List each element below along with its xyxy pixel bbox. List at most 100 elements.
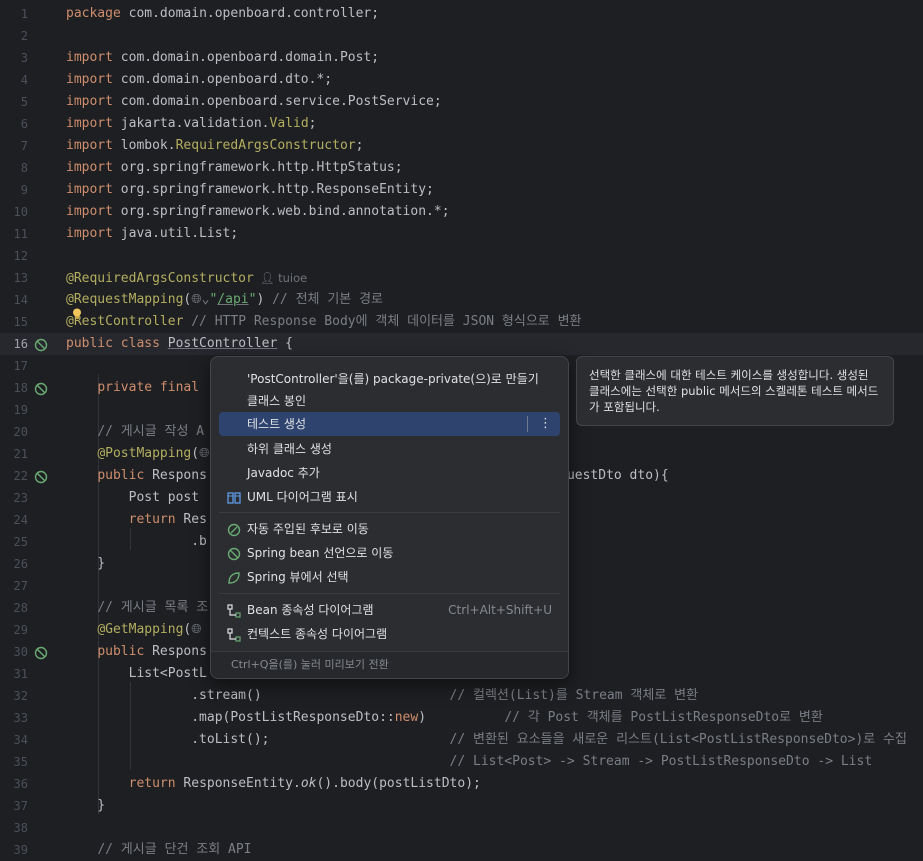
- menu-item-seal-class[interactable]: 클래스 봉인: [219, 389, 560, 413]
- line-number: 36: [13, 777, 28, 791]
- intention-description-tooltip: 선택한 클래스에 대한 테스트 케이스를 생성합니다. 생성된 클래스에는 선택…: [576, 356, 894, 426]
- menu-item-context-dependency-diagram[interactable]: 컨텍스트 종속성 다이어그램: [219, 622, 560, 646]
- code-text[interactable]: public class PostController {: [66, 333, 293, 355]
- code-text[interactable]: import com.domain.openboard.domain.Post;: [66, 47, 379, 69]
- code-line[interactable]: 7 import lombok.RequiredArgsConstructor;: [0, 135, 923, 157]
- autowired-icon: [227, 522, 241, 537]
- code-line[interactable]: 39 // 게시글 단건 조회 API: [0, 839, 923, 861]
- code-line[interactable]: 8 import org.springframework.http.HttpSta…: [0, 157, 923, 179]
- code-line[interactable]: 14 @RequestMapping(🌐︎⌄"/api") // 전체 기본 경로: [0, 289, 923, 311]
- code-text[interactable]: @RequestMapping(🌐︎⌄"/api") // 전체 기본 경로: [66, 289, 383, 311]
- lightbulb-icon[interactable]: [72, 305, 82, 319]
- line-number: 8: [20, 161, 28, 175]
- line-number: 5: [20, 95, 28, 109]
- code-text[interactable]: return ResponseEntity.ok().body(postList…: [66, 773, 481, 795]
- line-number: 26: [13, 557, 28, 571]
- code-text[interactable]: import org.springframework.http.Response…: [66, 179, 434, 201]
- menu-item-create-test[interactable]: 테스트 생성 ⋮: [219, 412, 560, 436]
- code-text[interactable]: import jakarta.validation.Valid;: [66, 113, 316, 135]
- code-text[interactable]: .stream() // 컬렉션(List)를 Stream 객체로 변환: [66, 685, 698, 707]
- code-line[interactable]: 2: [0, 25, 923, 47]
- menu-item-add-javadoc[interactable]: Javadoc 추가: [219, 461, 560, 485]
- line-number: 30: [13, 645, 28, 659]
- code-line[interactable]: 32 .stream() // 컬렉션(List)를 Stream 객체로 변환: [0, 685, 923, 707]
- code-text[interactable]: import java.util.List;: [66, 223, 238, 245]
- code-line[interactable]: 9 import org.springframework.http.Respons…: [0, 179, 923, 201]
- code-text[interactable]: package com.domain.openboard.controller;: [66, 3, 379, 25]
- code-line[interactable]: 37 }: [0, 795, 923, 817]
- more-options-icon[interactable]: ⋮: [539, 412, 552, 436]
- code-text[interactable]: import com.domain.openboard.dto.*;: [66, 69, 332, 91]
- menu-item-bean-dependency-diagram[interactable]: Bean 종속성 다이어그램 Ctrl+Alt+Shift+U: [219, 598, 560, 622]
- code-line[interactable]: 6 import jakarta.validation.Valid;: [0, 113, 923, 135]
- menu-item-go-to-autowired[interactable]: 자동 주입된 후보로 이동: [219, 517, 560, 541]
- code-text[interactable]: // 게시글 작성 A: [66, 421, 204, 443]
- code-line[interactable]: 10 import org.springframework.web.bind.an…: [0, 201, 923, 223]
- menu-item-select-in-spring-view[interactable]: Spring 뷰에서 선택: [219, 565, 560, 589]
- code-text[interactable]: // 게시글 목록 조: [66, 597, 208, 619]
- injection-icon[interactable]: [34, 381, 48, 396]
- diagram-icon: [227, 603, 241, 618]
- code-text[interactable]: return Res: [66, 509, 207, 531]
- line-number: 35: [13, 755, 28, 769]
- code-text[interactable]: // 게시글 단건 조회 API: [66, 839, 251, 861]
- line-number: 31: [13, 667, 28, 681]
- line-number: 4: [20, 73, 28, 87]
- code-text[interactable]: .map(PostListResponseDto::new) // 각 Post…: [66, 707, 823, 729]
- code-line[interactable]: 12: [0, 245, 923, 267]
- code-line[interactable]: 11 import java.util.List;: [0, 223, 923, 245]
- line-number: 32: [13, 689, 28, 703]
- code-text[interactable]: .toList(); // 변환된 요소들을 새로운 리스트(List<Post…: [66, 729, 907, 751]
- line-number: 12: [13, 249, 28, 263]
- code-text[interactable]: import com.domain.openboard.service.Post…: [66, 91, 442, 113]
- menu-item-show-uml-diagram[interactable]: UML 다이어그램 표시: [219, 485, 560, 509]
- endpoint-icon[interactable]: [34, 469, 48, 484]
- menu-footer-hint: Ctrl+Q을(를) 눌러 미리보기 전환: [211, 651, 568, 678]
- code-line[interactable]: 1 package com.domain.openboard.controller…: [0, 3, 923, 25]
- code-text[interactable]: // List<Post> -> Stream -> PostListRespo…: [66, 751, 873, 773]
- code-text[interactable]: @RequiredArgsConstructor 👤︎ tuioe: [66, 267, 307, 290]
- endpoint-icon[interactable]: [34, 645, 48, 660]
- code-line[interactable]: 33 .map(PostListResponseDto::new) // 각 P…: [0, 707, 923, 729]
- line-number: 14: [13, 293, 28, 307]
- code-line[interactable]: 35 // List<Post> -> Stream -> PostListRe…: [0, 751, 923, 773]
- line-number: 24: [13, 513, 28, 527]
- line-number: 17: [13, 359, 28, 373]
- code-line[interactable]: 4 import com.domain.openboard.dto.*;: [0, 69, 923, 91]
- menu-item-go-to-bean-declaration[interactable]: Spring bean 선언으로 이동: [219, 541, 560, 565]
- code-text[interactable]: .b: [66, 531, 207, 553]
- code-text[interactable]: @GetMapping(🌐︎: [66, 619, 201, 641]
- bean-icon[interactable]: [34, 337, 48, 352]
- code-text[interactable]: }: [66, 553, 105, 575]
- code-text[interactable]: import org.springframework.http.HttpStat…: [66, 157, 403, 179]
- code-text[interactable]: Post post: [66, 487, 199, 509]
- intention-actions-menu[interactable]: 'PostController'을(를) package-private(으)로…: [210, 356, 569, 679]
- menu-item-create-subclass[interactable]: 하위 클래스 생성: [219, 437, 560, 461]
- line-number: 16: [13, 337, 28, 351]
- uml-icon: [227, 490, 241, 504]
- code-text[interactable]: @RestController // HTTP Response Body에 객…: [66, 311, 582, 333]
- menu-item-make-package-private[interactable]: 'PostController'을(를) package-private(으)로…: [219, 367, 560, 391]
- code-line[interactable]: 38: [0, 817, 923, 839]
- line-number: 27: [13, 579, 28, 593]
- code-text[interactable]: private final: [66, 377, 199, 399]
- line-number: 20: [13, 425, 28, 439]
- code-line[interactable]: 13 @RequiredArgsConstructor 👤︎ tuioe: [0, 267, 923, 289]
- code-text[interactable]: }: [66, 795, 105, 817]
- diagram-icon: [227, 627, 241, 642]
- line-number: 10: [13, 205, 28, 219]
- line-number: 15: [13, 315, 28, 329]
- code-line[interactable]: 15 @RestController // HTTP Response Body에…: [0, 308, 923, 333]
- code-line[interactable]: 3 import com.domain.openboard.domain.Post…: [0, 47, 923, 69]
- line-number: 3: [20, 51, 28, 65]
- line-number: 7: [20, 139, 28, 153]
- line-number: 38: [13, 821, 28, 835]
- code-line[interactable]: 34 .toList(); // 변환된 요소들을 새로운 리스트(List<P…: [0, 729, 923, 751]
- line-number: 11: [13, 227, 28, 241]
- code-line[interactable]: 36 return ResponseEntity.ok().body(postL…: [0, 773, 923, 795]
- code-line[interactable]: 16 public class PostController {: [0, 333, 923, 355]
- code-text[interactable]: import lombok.RequiredArgsConstructor;: [66, 135, 363, 157]
- code-line[interactable]: 5 import com.domain.openboard.service.Pos…: [0, 91, 923, 113]
- code-text[interactable]: @PostMapping(🌐︎: [66, 443, 209, 465]
- code-text[interactable]: import org.springframework.web.bind.anno…: [66, 201, 450, 223]
